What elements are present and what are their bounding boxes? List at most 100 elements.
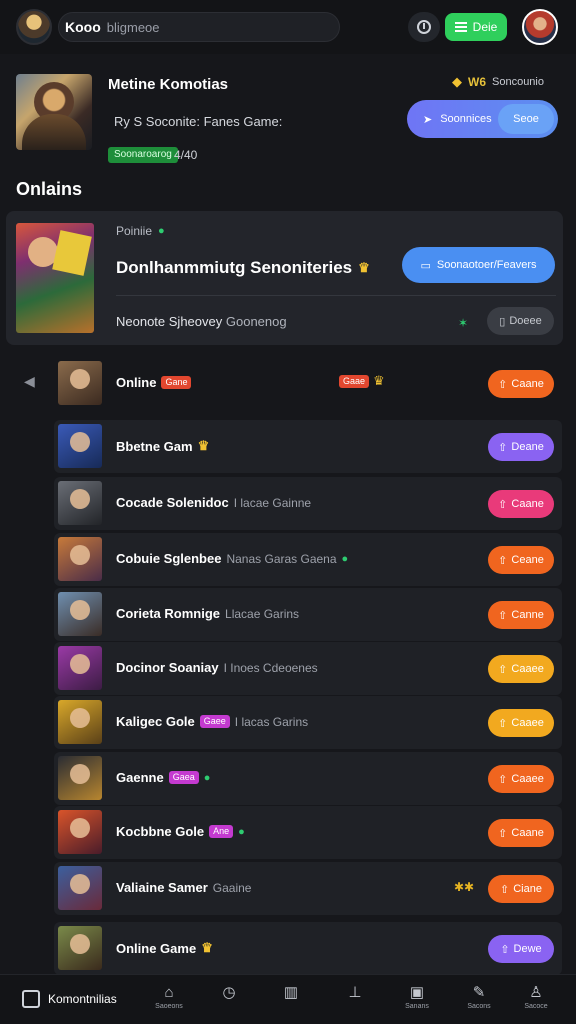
play-icon: ⇧ [498, 498, 508, 511]
list-item[interactable]: Online Game ♛ ⇧ Dewe [54, 922, 562, 975]
play-button-label: Ciane [513, 883, 542, 895]
top-bar: Kooo bligmeoe Deie [0, 0, 576, 54]
crown-icon: ♛ [358, 260, 370, 275]
back-arrow-icon[interactable]: ◀ [24, 373, 35, 390]
featured-secondary-button[interactable]: ▯ Doeee [487, 307, 554, 335]
brand-name: Kooo [65, 19, 101, 35]
game-title: Bbetne Gam ♛ [116, 438, 209, 454]
nav-brand-label: Komontnilias [48, 992, 117, 1006]
hero-pill-button[interactable]: ➤ Soonnices Seoe [407, 100, 558, 138]
section-title: Onlains [16, 179, 83, 199]
play-button-label: Caane [511, 827, 544, 839]
featured-title-text: Donlhanmmiutg Senoniteries [116, 258, 353, 277]
nav-item-label: Sacons [467, 1003, 491, 1010]
play-icon: ⇧ [498, 609, 508, 622]
play-button[interactable]: ⇧ Caane [488, 819, 554, 847]
crown-icon: ♛ [373, 373, 385, 388]
nav-item-edit[interactable]: ✎ Sacons [459, 985, 499, 1017]
profile-avatar[interactable] [522, 9, 558, 45]
game-thumbnail[interactable] [58, 646, 102, 690]
hero-card: Metine Komotias Ry S Soconite: Fanes Gam… [0, 58, 576, 172]
play-button[interactable]: ⇧ Canne [488, 601, 554, 629]
game-subtitle: I lacae Gainne [233, 495, 312, 510]
play-button[interactable]: ⇧ Ciane [488, 875, 554, 903]
game-thumbnail[interactable] [58, 424, 102, 468]
list-item[interactable]: Gaenne Gaea ● ⇧ Caaee [54, 752, 562, 805]
play-button[interactable]: ⇧ Caaee [488, 709, 554, 737]
game-thumbnail[interactable] [58, 537, 102, 581]
list-item[interactable]: Docinor Soaniay I Inoes Cdeoenes ⇧ Caaee [54, 642, 562, 695]
game-subtitle: I lacas Garins [234, 714, 309, 729]
featured-subtitle-muted: Goonenog [225, 314, 287, 329]
game-thumbnail[interactable] [58, 756, 102, 800]
play-button[interactable]: ⇧ Caaee [488, 655, 554, 683]
play-button[interactable]: ⇧ Deane [488, 433, 554, 461]
hero-pill-sub-button[interactable]: Seoe [498, 104, 554, 134]
play-button[interactable]: ⇧ Dewe [488, 935, 554, 963]
nav-item-label: Saoeons [155, 1003, 183, 1010]
play-button[interactable]: ⇧ Ceane [488, 546, 554, 574]
game-thumbnail[interactable] [58, 592, 102, 636]
top-action-button[interactable]: Deie [445, 13, 507, 41]
hero-game-art[interactable] [16, 74, 92, 150]
app-logo-icon [22, 990, 40, 1008]
hero-meta-tag: W6 [468, 75, 486, 89]
list-item[interactable]: Cocade Solenidoc I lacae Gainne ⇧ Caane [54, 477, 562, 530]
game-thumbnail[interactable] [58, 810, 102, 854]
game-title-text: Kocbbne Gole [116, 824, 205, 839]
crown-icon: ◆ [452, 74, 462, 89]
play-button-label: Deane [511, 441, 544, 453]
list-item[interactable]: Kaligec Gole Gaee I lacas Garins ⇧ Caaee [54, 696, 562, 749]
extra-tag: Gaae [339, 374, 370, 388]
clock-icon: ◷ [222, 984, 236, 1001]
nav-item-home[interactable]: ⌂ Saoeons [149, 985, 189, 1017]
play-button[interactable]: ⇧ Caaee [488, 765, 554, 793]
play-icon: ⇧ [500, 943, 510, 956]
clock-icon [417, 20, 431, 34]
game-title-text: Valiaine Samer [116, 880, 208, 895]
timer-button[interactable] [408, 12, 440, 42]
play-button[interactable]: ⇧ Caane [488, 370, 554, 398]
featured-secondary-label: Doeee [509, 315, 542, 327]
game-thumbnail[interactable] [58, 361, 102, 405]
play-button[interactable]: ⇧ Caane [488, 490, 554, 518]
list-item[interactable]: Bbetne Gam ♛ ⇧ Deane [54, 420, 562, 473]
play-icon: ⇧ [498, 441, 508, 454]
list-item[interactable]: Cobuie Sglenbee Nanas Garas Gaena ● ⇧ Ceane [54, 533, 562, 586]
list-item[interactable]: Valiaine Samer Gaaine ✱✱ ⇧ Ciane [54, 862, 562, 915]
play-button-label: Caane [511, 378, 544, 390]
list-item[interactable]: Online Gane Gaae ♛ ⇧ Caane [54, 357, 562, 410]
nav-item-clock[interactable]: ◷ [209, 985, 249, 1017]
hero-title: Metine Komotias [108, 76, 229, 93]
user-avatar[interactable] [16, 9, 52, 45]
game-title-text: Gaenne [116, 770, 164, 785]
gem-icon: ● [238, 825, 245, 838]
nav-item-trophy[interactable]: ⊥ [335, 985, 375, 1017]
hero-pill-label: Soonnices [440, 113, 492, 125]
featured-cta-button[interactable]: ▭ Soonaotoer/Feavers [402, 247, 555, 283]
nav-item-library[interactable]: ▥ [271, 985, 311, 1017]
game-subtitle: I Inoes Cdeoenes [223, 660, 318, 675]
library-icon: ▥ [283, 984, 299, 1001]
ticket-icon: ▭ [420, 259, 431, 272]
game-thumbnail[interactable] [58, 700, 102, 744]
list-item[interactable]: Kocbbne Gole Ane ● ⇧ Caane [54, 806, 562, 859]
nav-brand[interactable]: Komontnilias [22, 990, 117, 1008]
search-bar[interactable]: Kooo bligmeoe [58, 12, 340, 42]
game-title: Valiaine Samer Gaaine [116, 880, 251, 895]
game-thumbnail[interactable] [58, 926, 102, 970]
featured-game-art[interactable] [16, 223, 94, 333]
nav-item-profile[interactable]: ♙ Sacoce [516, 985, 556, 1017]
hero-subtitle: Ry S Soconite: Fanes Game: [114, 114, 283, 129]
nav-item-store[interactable]: ▣ Sanans [397, 985, 437, 1017]
play-button-label: Caane [511, 498, 544, 510]
game-title: Corieta Romnige Llacae Garins [116, 606, 299, 621]
featured-title: Donlhanmmiutg Senoniteries ♛ [116, 258, 370, 278]
list-item[interactable]: Corieta Romnige Llacae Garins ⇧ Canne [54, 588, 562, 641]
game-title: Cocade Solenidoc I lacae Gainne [116, 495, 311, 510]
featured-card[interactable]: Poiniie ● Donlhanmmiutg Senoniteries ♛ ▭… [6, 211, 563, 345]
game-tag: Gane [161, 376, 192, 389]
game-thumbnail[interactable] [58, 866, 102, 910]
game-title: Kaligec Gole Gaee I lacas Garins [116, 714, 308, 729]
game-thumbnail[interactable] [58, 481, 102, 525]
